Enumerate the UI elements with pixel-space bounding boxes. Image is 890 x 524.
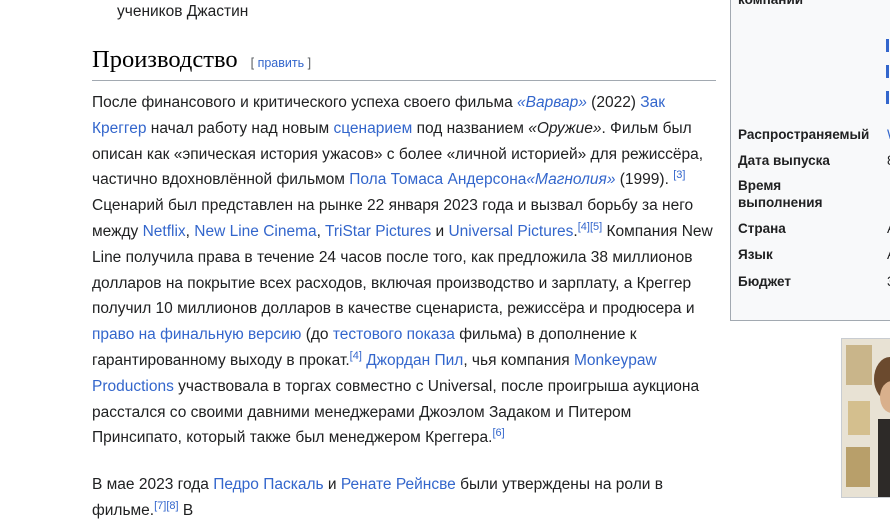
reference-4[interactable]: [4]: [578, 221, 590, 233]
text-weapons-title: «Оружие»: [528, 119, 602, 137]
text: (до: [301, 326, 333, 344]
text: и: [431, 222, 449, 240]
paragraph-production: После финансового и критического успеха …: [92, 90, 718, 451]
link-test-screening[interactable]: тестового показа: [333, 326, 455, 343]
reference-4b[interactable]: [4]: [350, 350, 362, 362]
text: (2022): [586, 94, 641, 111]
text: под названием: [412, 119, 529, 137]
infobox-label: Бюджет: [738, 274, 791, 289]
infobox-label: Язык: [738, 247, 773, 262]
reference-8[interactable]: [8]: [166, 500, 178, 512]
section-heading: Производство [ править ]: [92, 44, 716, 81]
link-marker[interactable]: [886, 39, 889, 52]
link-universal-pictures[interactable]: Universal Pictures: [448, 223, 573, 240]
infobox-label: Страна: [738, 221, 786, 236]
text: участвовала в торгах совместно с Univers…: [92, 377, 700, 447]
edit-bracket-open: [: [250, 56, 258, 70]
link-magnolia-film[interactable]: «Магнолия»: [526, 171, 615, 188]
reference-6[interactable]: [6]: [492, 427, 504, 439]
text: начал работу над новым: [146, 119, 334, 137]
top-text-fragment: учеников Джастин: [117, 3, 249, 20]
link-barbarian-film[interactable]: «Варвар»: [517, 94, 587, 111]
link-tristar-pictures[interactable]: TriStar Pictures: [325, 223, 431, 240]
infobox: компании Распространяемый W Дата выпуска…: [730, 0, 890, 321]
link-screenplay[interactable]: сценарием: [333, 120, 412, 137]
link-paul-thomas-anderson[interactable]: Пола Томаса Андерсона: [349, 171, 526, 188]
link-marker[interactable]: [886, 65, 889, 78]
infobox-label: Время выполнения: [738, 178, 823, 210]
reference-3[interactable]: [3]: [673, 169, 685, 181]
link-netflix[interactable]: Netflix: [143, 223, 186, 240]
link-jordan-peele[interactable]: Джордан Пил: [366, 352, 463, 369]
infobox-label: Распространяемый: [738, 127, 870, 142]
text: , чья компания: [463, 351, 574, 369]
edit-section: [ править ]: [251, 56, 311, 70]
paragraph-casting: В мае 2023 года Педро Паскаль и Ренате Р…: [92, 472, 718, 524]
link-marker[interactable]: [886, 91, 889, 104]
text: (1999).: [615, 171, 669, 189]
link-new-line-cinema[interactable]: New Line Cinema: [194, 223, 316, 240]
edit-link[interactable]: править: [258, 56, 305, 70]
text: ,: [185, 222, 195, 240]
side-photo[interactable]: [841, 338, 890, 498]
photo-placeholder-icon: [842, 339, 890, 497]
article-text: После финансового и критического успеха …: [92, 90, 718, 524]
reference-5[interactable]: [5]: [590, 221, 602, 233]
text: После финансового и критического успеха …: [92, 94, 518, 111]
text: ,: [316, 222, 325, 240]
infobox-label: Дата выпуска: [738, 153, 830, 168]
edit-bracket-close: ]: [304, 56, 312, 70]
section-title: Производство: [92, 46, 238, 73]
reference-7[interactable]: [7]: [154, 500, 166, 512]
infobox-label: компании: [738, 0, 803, 8]
text: В: [178, 501, 194, 519]
link-final-cut[interactable]: право на финальную версию: [92, 326, 301, 343]
